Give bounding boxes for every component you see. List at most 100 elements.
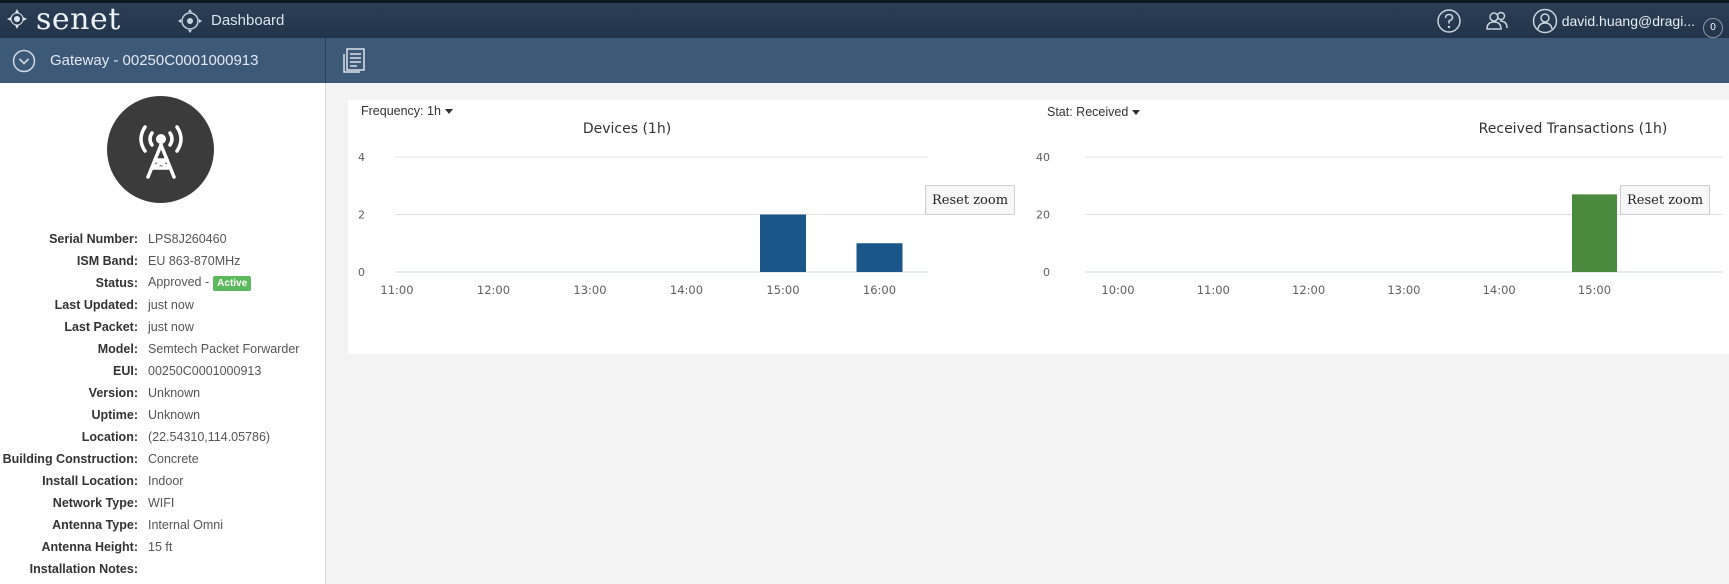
- y-tick-label: 4: [358, 151, 365, 164]
- detail-label: EUI:: [113, 364, 138, 378]
- chart-title: Devices (1h): [583, 121, 671, 137]
- reset-zoom-label: Reset zoom: [1627, 192, 1704, 208]
- help-icon[interactable]: [1436, 8, 1462, 34]
- x-tick-label: 16:00: [863, 283, 896, 297]
- notification-badge[interactable]: 0: [1703, 17, 1723, 38]
- senet-logo-icon: [7, 9, 27, 29]
- detail-label: Installation Notes:: [29, 562, 138, 576]
- detail-row: Serial Number: LPS8J260460: [0, 228, 326, 250]
- detail-value: just now: [148, 320, 194, 334]
- x-tick-label: 13:00: [1387, 283, 1420, 297]
- y-tick-label: 0: [1043, 266, 1050, 279]
- users-icon[interactable]: [1484, 8, 1510, 34]
- gateway-title: Gateway - 00250C0001000913: [50, 52, 259, 69]
- detail-label: Antenna Type:: [52, 518, 138, 532]
- user-account-icon[interactable]: [1532, 8, 1558, 34]
- detail-value: EU 863-870MHz: [148, 254, 240, 268]
- detail-row: Last Updated: just now: [0, 294, 326, 316]
- detail-row: Installation Notes:: [0, 558, 326, 580]
- detail-value: Unknown: [148, 386, 200, 400]
- detail-value-text: Unknown: [148, 408, 201, 422]
- detail-row: Status: Approved - Active: [0, 272, 326, 294]
- detail-label: Uptime:: [91, 408, 138, 422]
- chart-bar[interactable]: [1572, 194, 1617, 272]
- gateway-subheader: Gateway - 00250C0001000913: [0, 38, 1729, 83]
- x-tick-label: 15:00: [766, 283, 799, 297]
- detail-value: just now: [148, 298, 194, 312]
- detail-value: Unknown: [148, 408, 200, 422]
- y-tick-label: 40: [1036, 151, 1050, 164]
- detail-row: Version: Unknown: [0, 382, 326, 404]
- detail-row: Building Construction: Concrete: [0, 448, 326, 470]
- y-tick-label: 2: [358, 209, 365, 222]
- dashboard-icon: [178, 8, 202, 33]
- detail-value-text: (22.54310,114.05786): [148, 430, 271, 444]
- detail-value: WIFI: [148, 496, 174, 510]
- detail-value: (22.54310,114.05786): [148, 430, 270, 444]
- detail-label: Status:: [95, 276, 138, 290]
- x-tick-label: 11:00: [380, 283, 413, 297]
- x-tick-label: 14:00: [670, 283, 703, 297]
- detail-row: Location: (22.54310,114.05786): [0, 426, 326, 448]
- detail-value-text: 00250C0001000913: [148, 364, 262, 378]
- x-tick-label: 15:00: [1578, 283, 1611, 297]
- devices-chart: Devices (1h) 0 2 4 11:00 12:00 13:00 14:00 15:00…: [358, 121, 928, 297]
- reset-zoom-button[interactable]: Reset zoom: [1620, 185, 1711, 215]
- detail-row: Antenna Height: 15 ft: [0, 536, 326, 558]
- detail-value-text: Approved -: [148, 275, 210, 290]
- logo-text: senet: [36, 1, 121, 37]
- x-tick-label: 14:00: [1483, 283, 1516, 297]
- status-badge: Active: [213, 275, 252, 291]
- report-document-icon[interactable]: [341, 46, 369, 74]
- x-tick-label: 13:00: [573, 283, 606, 297]
- detail-value-text: Internal Omni: [148, 518, 224, 532]
- detail-row: Uptime: Unknown: [0, 404, 326, 426]
- detail-row: ISM Band: EU 863-870MHz: [0, 250, 326, 272]
- detail-row: Last Packet: just now: [0, 316, 326, 338]
- received-transactions-chart: Received Transactions (1h) 0 20 40 10:00 11:0…: [1036, 121, 1723, 297]
- nav-dashboard[interactable]: Dashboard: [177, 3, 284, 38]
- x-tick-label: 12:00: [1292, 283, 1325, 297]
- detail-value: 15 ft: [148, 540, 172, 554]
- detail-label: ISM Band:: [76, 254, 138, 268]
- detail-label: Serial Number:: [49, 232, 138, 246]
- charts-panel: Frequency: 1h Stat: Received Devices (1h…: [348, 100, 1729, 354]
- detail-row: Model: Semtech Packet Forwarder: [0, 338, 326, 360]
- detail-value: Semtech Packet Forwarder: [148, 342, 299, 356]
- detail-value: LPS8J260460: [148, 232, 227, 246]
- detail-label: Version:: [88, 386, 138, 400]
- detail-value-text: WIFI: [148, 496, 175, 510]
- detail-row: Antenna Type: Internal Omni: [0, 514, 326, 536]
- detail-value: 00250C0001000913: [148, 364, 261, 378]
- chart-bar[interactable]: [856, 243, 903, 272]
- chevron-down-circle-icon[interactable]: [12, 49, 36, 73]
- detail-label: Last Packet:: [64, 320, 138, 334]
- detail-value-text: just now: [148, 320, 194, 334]
- senet-logo[interactable]: senet: [6, 1, 121, 37]
- detail-label: Location:: [81, 430, 138, 444]
- detail-value-text: Indoor: [148, 474, 184, 488]
- detail-value-text: LPS8J260460: [148, 232, 227, 246]
- gateway-details-list: Serial Number: LPS8J260460 ISM Band: EU 863…: [0, 228, 326, 580]
- nav-dashboard-label: Dashboard: [211, 12, 285, 29]
- detail-label: Model:: [97, 342, 138, 356]
- detail-label: Building Construction:: [2, 452, 138, 466]
- top-navbar: senet Dashboard david.huang@dragi... 0: [0, 0, 1729, 38]
- detail-row: Network Type: WIFI: [0, 492, 326, 514]
- reset-zoom-button[interactable]: Reset zoom: [925, 185, 1016, 215]
- detail-label: Network Type:: [52, 496, 138, 510]
- user-email[interactable]: david.huang@dragi...: [1562, 13, 1695, 29]
- detail-value-text: Concrete: [148, 452, 199, 466]
- detail-label: Last Updated:: [54, 298, 138, 312]
- y-tick-label: 20: [1036, 209, 1050, 222]
- chart-bar[interactable]: [760, 214, 806, 273]
- gateway-title-bar: Gateway - 00250C0001000913: [0, 38, 326, 83]
- y-tick-label: 0: [358, 266, 365, 279]
- detail-value-text: 15 ft: [148, 540, 173, 554]
- detail-row: EUI: 00250C0001000913: [0, 360, 326, 382]
- detail-label: Antenna Height:: [41, 540, 138, 554]
- detail-value: Approved - Active: [148, 275, 252, 291]
- top-right-tools: david.huang@dragi... 0: [1414, 3, 1729, 38]
- reset-zoom-label: Reset zoom: [932, 192, 1009, 208]
- detail-row: Install Location: Indoor: [0, 470, 326, 492]
